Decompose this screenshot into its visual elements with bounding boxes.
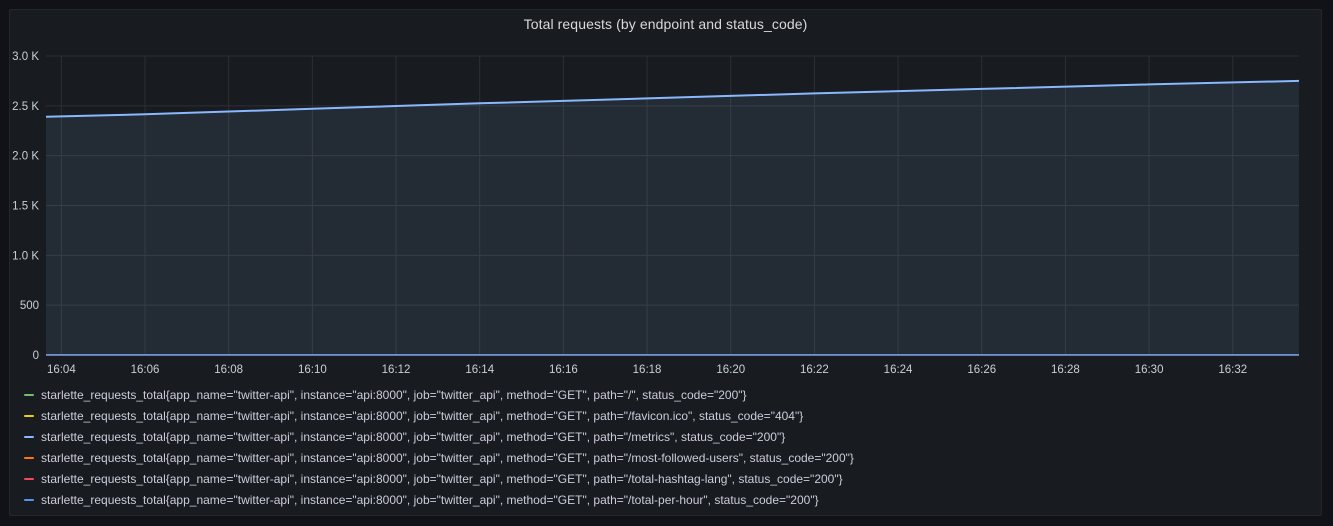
x-tick-label: 16:20	[716, 364, 745, 376]
legend-swatch	[24, 414, 34, 417]
y-tick-label: 3.0 K	[12, 51, 39, 63]
y-tick-label: 500	[20, 300, 39, 312]
legend-item[interactable]: starlette_requests_total{app_name="twitt…	[24, 384, 1311, 405]
legend-label[interactable]: starlette_requests_total{app_name="twitt…	[41, 388, 747, 402]
legend-item[interactable]: starlette_requests_total{app_name="twitt…	[24, 447, 1311, 468]
x-tick-label: 16:06	[131, 364, 160, 376]
legend-label[interactable]: starlette_requests_total{app_name="twitt…	[41, 493, 819, 507]
legend-label[interactable]: starlette_requests_total{app_name="twitt…	[41, 430, 785, 444]
series-area-fill	[46, 80, 1299, 356]
legend-label[interactable]: starlette_requests_total{app_name="twitt…	[41, 409, 803, 423]
legend-item[interactable]: starlette_requests_total{app_name="twitt…	[24, 405, 1311, 426]
x-tick-label: 16:04	[47, 364, 76, 376]
x-tick-label: 16:08	[214, 364, 243, 376]
x-tick-label: 16:14	[465, 364, 494, 376]
x-tick-label: 16:30	[1135, 364, 1164, 376]
line-chart[interactable]: 0 500 1.0 K 1.5 K 2.0 K 2.5 K 3.0 K 16:04 16:06 1…	[10, 10, 1321, 380]
legend-label[interactable]: starlette_requests_total{app_name="twitt…	[41, 472, 843, 486]
x-tick-label: 16:28	[1051, 364, 1080, 376]
x-tick-label: 16:16	[549, 364, 578, 376]
x-tick-label: 16:32	[1218, 364, 1247, 376]
legend-swatch	[24, 393, 34, 396]
x-tick-label: 16:24	[884, 364, 913, 376]
y-tick-label: 0	[33, 350, 39, 362]
legend-item[interactable]: starlette_requests_total{app_name="twitt…	[24, 468, 1311, 489]
y-tick-label: 2.0 K	[12, 151, 39, 163]
x-tick-label: 16:18	[633, 364, 662, 376]
legend: starlette_requests_total{app_name="twitt…	[24, 384, 1311, 510]
x-tick-label: 16:10	[298, 364, 327, 376]
legend-item[interactable]: starlette_requests_total{app_name="twitt…	[24, 426, 1311, 447]
legend-swatch	[24, 477, 34, 480]
legend-item[interactable]: starlette_requests_total{app_name="twitt…	[24, 489, 1311, 510]
y-tick-label: 2.5 K	[12, 101, 39, 113]
legend-swatch	[24, 435, 34, 438]
x-tick-label: 16:12	[382, 364, 411, 376]
legend-swatch	[24, 498, 34, 501]
legend-label[interactable]: starlette_requests_total{app_name="twitt…	[41, 451, 854, 465]
x-tick-label: 16:26	[967, 364, 996, 376]
x-tick-label: 16:22	[800, 364, 829, 376]
y-tick-label: 1.5 K	[12, 201, 39, 213]
legend-swatch	[24, 456, 34, 459]
graph-panel: Total requests (by endpoint and status_c…	[9, 9, 1322, 516]
y-tick-label: 1.0 K	[12, 250, 39, 262]
